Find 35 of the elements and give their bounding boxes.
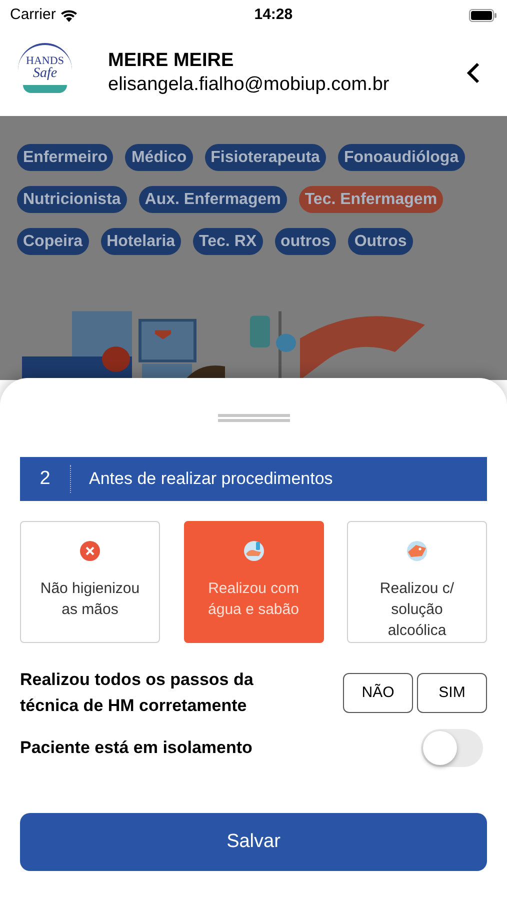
profession-chip[interactable]: Tec. RX [193,228,263,255]
step-number: 2 [20,464,71,494]
user-email: elisangela.fialho@mobiup.com.br [108,73,390,97]
profession-chip[interactable]: Fonoaudióloga [338,144,465,171]
profession-chip[interactable]: Outros [348,228,413,255]
error-icon [79,540,101,562]
wifi-icon [60,8,78,22]
profession-chip[interactable]: Fisioterapeuta [204,144,326,171]
profession-chip[interactable]: Nutricionista [17,186,127,213]
profession-chip[interactable]: Médico [125,144,193,171]
back-icon [466,62,480,84]
sheet-handle[interactable] [218,414,290,422]
battery-icon [469,8,497,22]
hand-hygiene-option[interactable]: Realizou c/ solução alcoólica [347,521,487,643]
sanitizer-hands-icon [406,540,428,562]
step-title: Antes de realizar procedimentos [89,468,333,490]
user-name: MEIRE MEIRE [108,49,235,73]
profession-chip[interactable]: Tec. Enfermagem [298,186,444,213]
isolation-toggle[interactable] [421,729,483,767]
answer-button[interactable]: SIM [417,673,487,713]
carrier-label: Carrier [10,4,56,25]
hand-hygiene-option[interactable]: Não higienizou as mãos [20,521,160,643]
clock-time: 14:28 [254,4,293,25]
technique-question: Realizou todos os passos da técnica de HM corretamente [20,669,254,717]
profession-chip[interactable]: Hotelaria [100,228,182,255]
app-logo: HANDS Safe [18,43,72,103]
profession-chip[interactable]: Aux. Enfermagem [138,186,287,213]
profession-chip[interactable]: Enfermeiro [17,144,114,171]
profession-chip[interactable]: Copeira [17,228,89,255]
answer-button[interactable]: NÃO [343,673,413,713]
save-button[interactable]: Salvar [20,813,487,871]
profession-chip[interactable]: outros [274,228,336,255]
hand-hygiene-option[interactable]: Realizou com água e sabão [184,521,324,643]
hand-washing-icon [242,540,264,562]
isolation-label: Paciente está em isolamento [20,737,252,760]
